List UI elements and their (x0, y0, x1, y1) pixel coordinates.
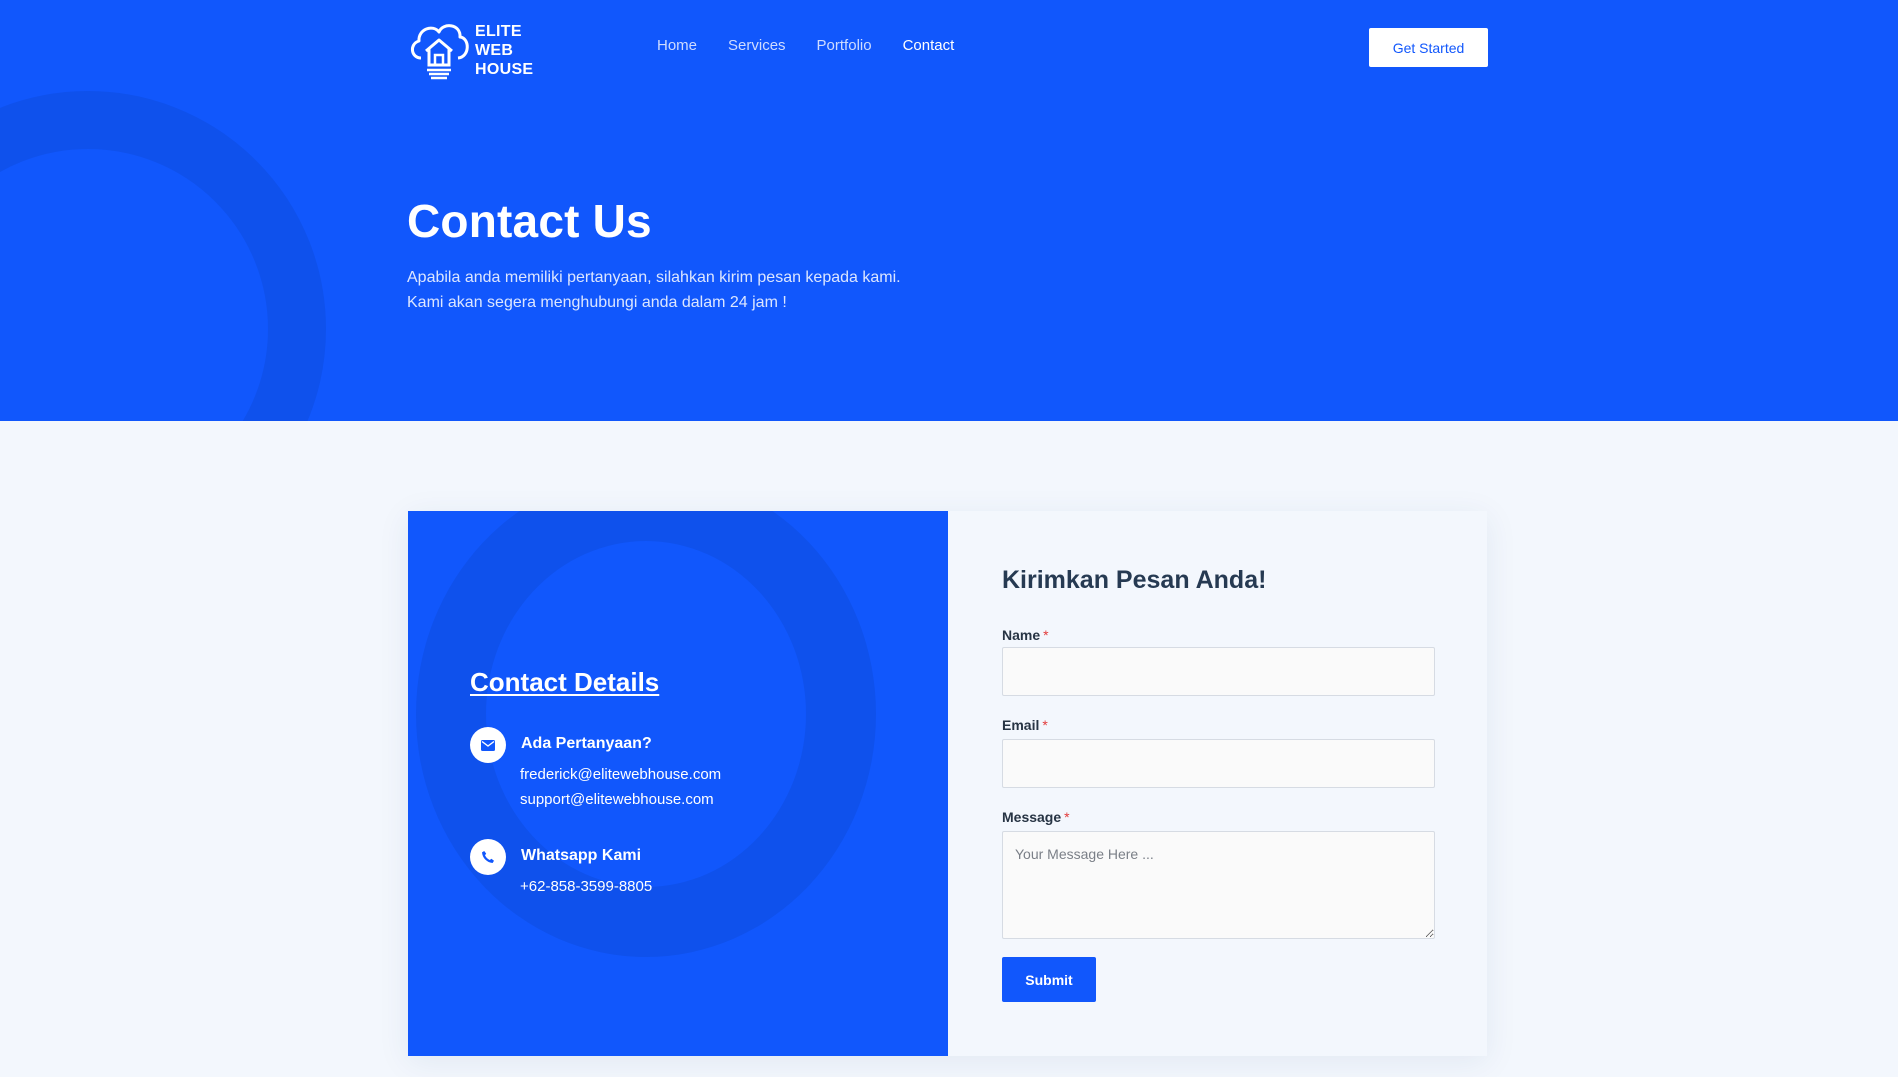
nav-link-home[interactable]: Home (657, 37, 697, 54)
nav-link-services[interactable]: Services (728, 37, 786, 54)
whatsapp-number-link[interactable]: +62-858-3599-8805 (520, 878, 652, 895)
name-input[interactable] (1002, 647, 1435, 696)
phone-icon (470, 839, 506, 875)
nav-link-contact[interactable]: Contact (903, 37, 955, 54)
page-title: Contact Us (407, 195, 652, 247)
message-label: Message * (1002, 809, 1070, 825)
form-title: Kirimkan Pesan Anda! (1002, 566, 1267, 594)
hero-section: ELITE WEB HOUSE Home Services Portfolio … (0, 0, 1898, 421)
email-label: Email * (1002, 717, 1048, 733)
contact-details-panel: Contact Details Ada Pertanyaan? frederic… (408, 511, 948, 1056)
brand-line: ELITE (475, 23, 522, 40)
required-marker: * (1042, 717, 1048, 733)
get-started-button[interactable]: Get Started (1369, 28, 1488, 67)
required-marker: * (1043, 627, 1049, 643)
hero-description-line: Kami akan segera menghubungi anda dalam … (407, 294, 787, 311)
nav-links: Home Services Portfolio Contact (657, 37, 985, 54)
hero-description-line: Apabila anda memiliki pertanyaan, silahk… (407, 269, 901, 286)
nav-link-portfolio[interactable]: Portfolio (817, 37, 872, 54)
required-marker: * (1064, 809, 1070, 825)
questions-title: Ada Pertanyaan? (521, 735, 652, 752)
hero-decorative-ring (0, 91, 326, 421)
email-label-text: Email (1002, 717, 1040, 733)
name-label-text: Name (1002, 627, 1041, 643)
brand-logo[interactable]: ELITE WEB HOUSE (407, 18, 547, 80)
contact-details-title: Contact Details (470, 667, 660, 697)
hero-description: Apabila anda memiliki pertanyaan, silahk… (407, 265, 901, 315)
top-navigation: ELITE WEB HOUSE Home Services Portfolio … (0, 0, 1898, 96)
contact-form: Kirimkan Pesan Anda! Name * Email * Messag… (948, 511, 1487, 1056)
submit-button[interactable]: Submit (1002, 957, 1096, 1002)
cloud-house-icon (411, 24, 469, 80)
message-textarea[interactable] (1002, 831, 1435, 939)
brand-line: HOUSE (475, 61, 534, 78)
contact-card: Contact Details Ada Pertanyaan? frederic… (408, 511, 1487, 1056)
email-link[interactable]: support@elitewebhouse.com (520, 791, 714, 808)
name-label: Name * (1002, 627, 1049, 643)
envelope-icon (470, 727, 506, 763)
message-label-text: Message (1002, 809, 1062, 825)
email-input[interactable] (1002, 739, 1435, 788)
brand-wordmark: ELITE WEB HOUSE (475, 22, 533, 79)
whatsapp-title: Whatsapp Kami (521, 847, 642, 864)
email-link[interactable]: frederick@elitewebhouse.com (520, 766, 721, 783)
brand-line: WEB (475, 42, 514, 59)
